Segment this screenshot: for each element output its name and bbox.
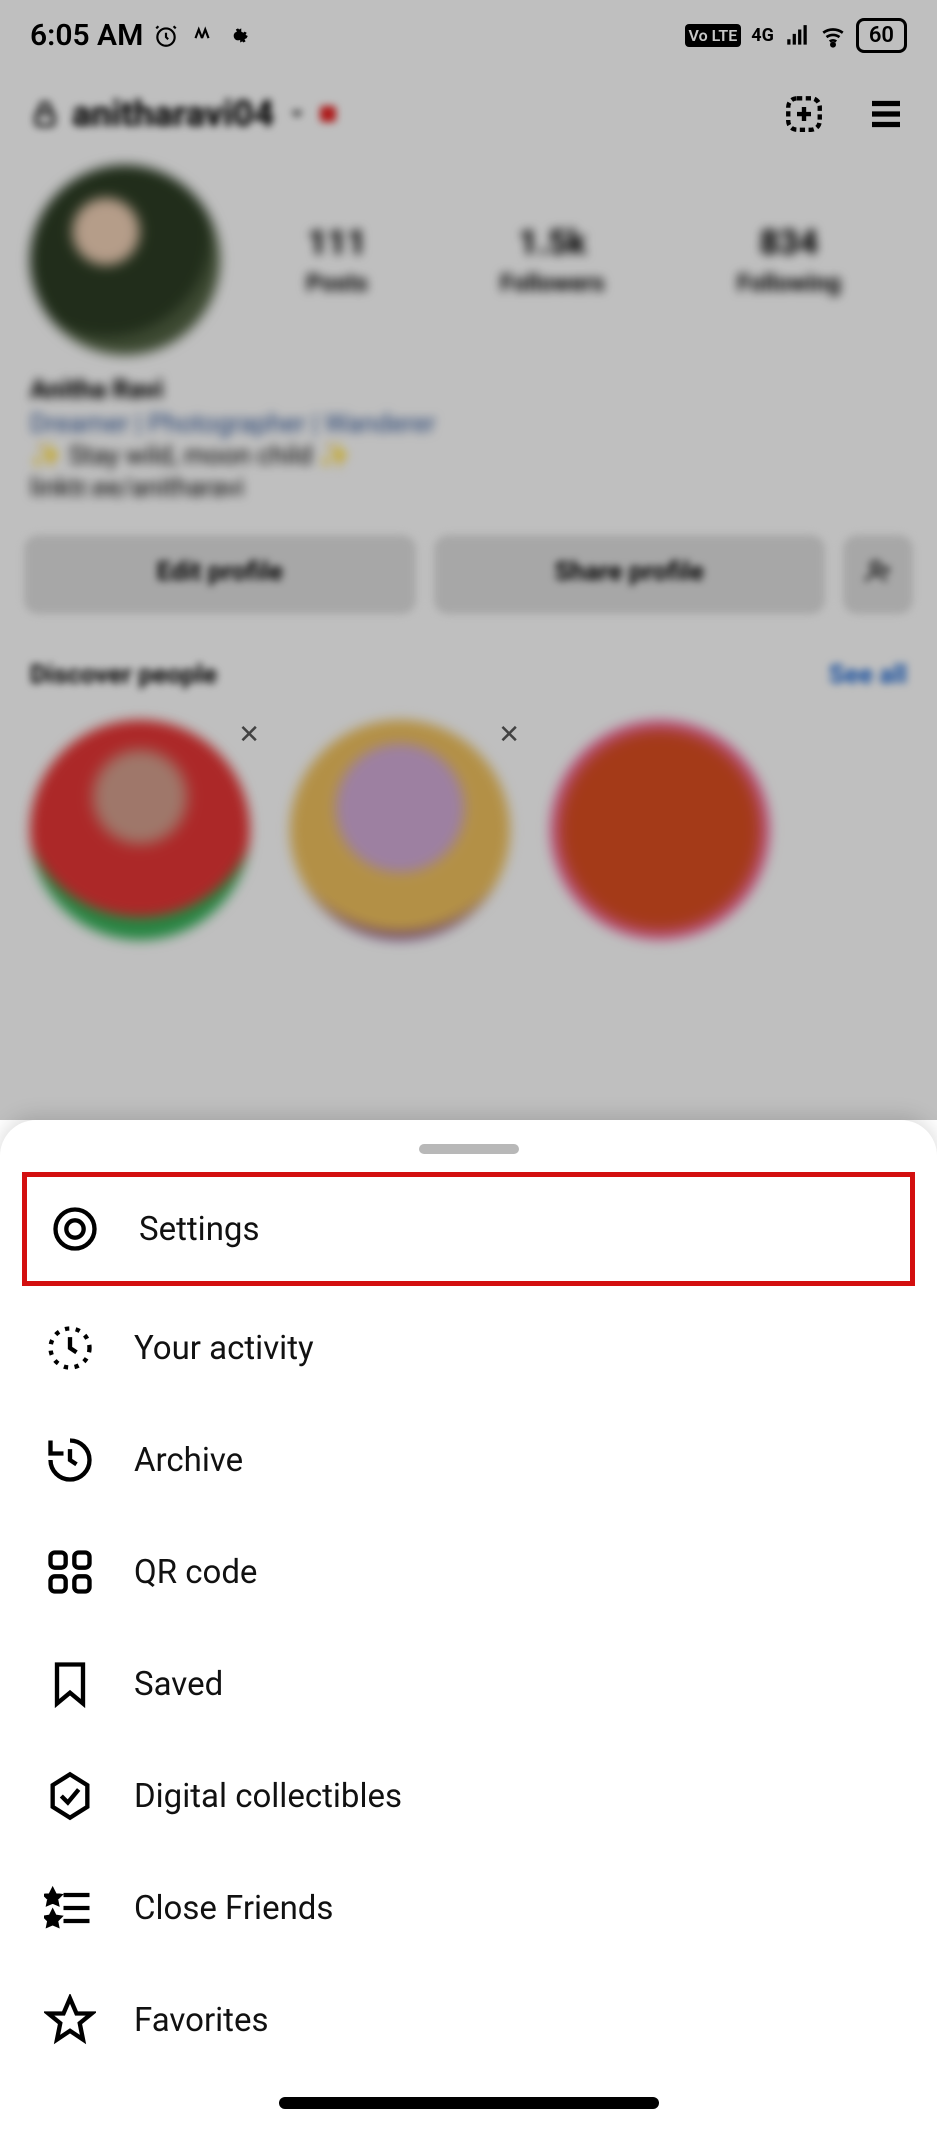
discover-header: Discover people See all [0, 624, 937, 700]
discover-card[interactable]: ✕ [290, 720, 510, 940]
bookmark-icon [44, 1658, 96, 1710]
profile-header: anitharavi04 [0, 53, 937, 145]
profile-button-row: Edit profile Share profile [0, 505, 937, 624]
share-profile-button[interactable]: Share profile [434, 535, 826, 614]
profile-backdrop: 6:05 AM Vo LTE 4G 60 anitharavi04 [0, 0, 937, 1120]
menu-label: Digital collectibles [134, 1777, 402, 1816]
bottom-sheet-menu: Settings Your activity Archive QR code S… [0, 1120, 937, 2129]
hexagon-check-icon [44, 1770, 96, 1822]
status-time: 6:05 AM [30, 18, 143, 53]
profile-stats-row: 111 Posts 1.5k Followers 834 Following [0, 145, 937, 375]
username-text: anitharavi04 [72, 93, 274, 135]
discover-carousel[interactable]: ✕ ✕ [0, 700, 937, 960]
status-bar: 6:05 AM Vo LTE 4G 60 [0, 0, 937, 53]
followers-stat[interactable]: 1.5k Followers [500, 223, 604, 297]
settings-icon [49, 1203, 101, 1255]
discover-people-button[interactable] [843, 535, 913, 614]
notification-dot [320, 106, 336, 122]
username-dropdown[interactable]: anitharavi04 [30, 93, 336, 135]
posts-stat[interactable]: 111 Posts [306, 223, 368, 297]
menu-digital-collectibles[interactable]: Digital collectibles [0, 1740, 937, 1852]
see-all-link[interactable]: See all [829, 660, 907, 690]
menu-settings[interactable]: Settings [22, 1172, 915, 1286]
menu-label: Archive [134, 1441, 243, 1480]
activity-icon [44, 1322, 96, 1374]
menu-label: Saved [134, 1665, 223, 1704]
discover-title: Discover people [30, 660, 217, 690]
add-person-icon [864, 557, 892, 585]
wifi-icon [820, 23, 846, 49]
create-post-icon[interactable] [783, 93, 825, 135]
battery-level: 60 [856, 18, 907, 53]
star-icon [44, 1994, 96, 2046]
following-stat[interactable]: 834 Following [737, 223, 841, 297]
menu-label: QR code [134, 1553, 257, 1592]
lock-icon [30, 99, 60, 129]
avatar[interactable] [30, 165, 220, 355]
list-star-icon [44, 1882, 96, 1934]
menu-archive[interactable]: Archive [0, 1404, 937, 1516]
discover-card[interactable]: ✕ [30, 720, 250, 940]
home-indicator[interactable] [279, 2097, 659, 2109]
discover-card[interactable] [550, 720, 630, 940]
archive-icon [44, 1434, 96, 1486]
menu-saved[interactable]: Saved [0, 1628, 937, 1740]
discover-avatar [550, 720, 770, 940]
discover-avatar [290, 720, 510, 940]
hamburger-menu-icon[interactable] [865, 93, 907, 135]
signal-icon [784, 23, 810, 49]
edit-profile-button[interactable]: Edit profile [24, 535, 416, 614]
volte-badge: Vo LTE [685, 24, 742, 47]
close-icon[interactable]: ✕ [498, 720, 520, 750]
menu-your-activity[interactable]: Your activity [0, 1292, 937, 1404]
menu-label: Favorites [134, 2001, 269, 2040]
close-icon[interactable]: ✕ [238, 720, 260, 750]
menu-qr-code[interactable]: QR code [0, 1516, 937, 1628]
menu-close-friends[interactable]: Close Friends [0, 1852, 937, 1964]
menu-label: Your activity [134, 1329, 314, 1368]
chevron-down-icon [286, 103, 308, 125]
alarm-icon [153, 23, 179, 49]
settings-gear-icon [225, 23, 251, 49]
menu-label: Settings [139, 1210, 260, 1249]
menu-label: Close Friends [134, 1889, 333, 1928]
discover-avatar [30, 720, 250, 940]
menu-favorites[interactable]: Favorites [0, 1964, 937, 2076]
sheet-drag-handle[interactable] [419, 1144, 519, 1154]
qr-code-icon [44, 1546, 96, 1598]
profile-bio: Anitha Ravi Dreamer | Photographer | Wan… [0, 375, 937, 503]
network-type: 4G [751, 25, 774, 46]
weather-icon [189, 23, 215, 49]
